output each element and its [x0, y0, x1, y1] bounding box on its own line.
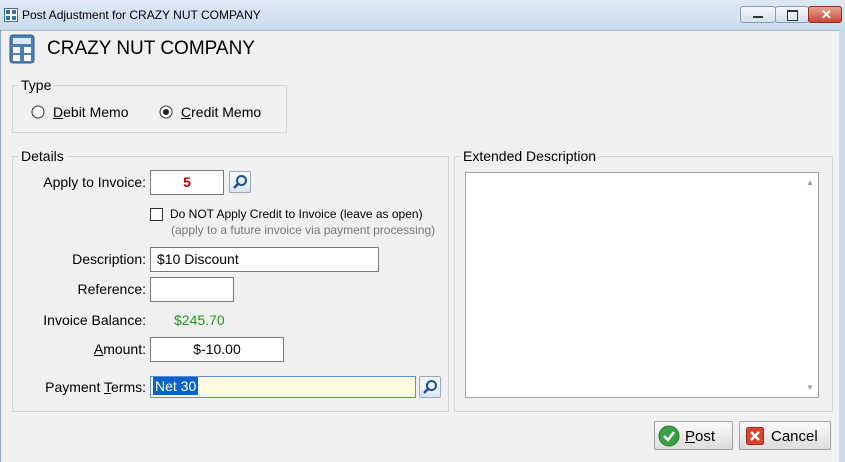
- payment-terms-input[interactable]: Net 30: [150, 376, 416, 398]
- minimize-icon: [753, 16, 763, 18]
- minimize-button[interactable]: [740, 6, 776, 23]
- credit-memo-radio[interactable]: Credit Memo: [159, 104, 271, 122]
- reference-input[interactable]: [150, 277, 234, 302]
- do-not-apply-checkbox[interactable]: Do NOT Apply Credit to Invoice (leave as…: [150, 207, 440, 223]
- radio-unchecked-icon: [31, 105, 45, 119]
- payment-terms-search-button[interactable]: [419, 376, 441, 398]
- window-title: Post Adjustment for CRAZY NUT COMPANY: [22, 8, 261, 22]
- invoice-search-button[interactable]: [229, 171, 251, 193]
- cancel-button[interactable]: Cancel: [739, 421, 831, 450]
- debit-memo-label: Debit Memo: [53, 104, 129, 120]
- invoice-balance-label: Invoice Balance:: [43, 312, 146, 328]
- post-button-label: Post: [685, 428, 716, 445]
- checkbox-unchecked-icon: [150, 208, 163, 221]
- credit-memo-label: Credit Memo: [181, 104, 262, 120]
- window-border-left: [0, 30, 1, 462]
- apply-to-invoice-label: Apply to Invoice:: [43, 174, 146, 190]
- cancel-button-label: Cancel: [771, 428, 818, 445]
- debit-memo-radio[interactable]: Debit Memo: [31, 104, 141, 122]
- extended-description-textarea[interactable]: ▲ ▼: [465, 172, 819, 398]
- post-button[interactable]: Post: [654, 421, 733, 450]
- payment-terms-label: Payment Terms:: [45, 379, 146, 395]
- extended-description-legend: Extended Description: [460, 148, 600, 164]
- title-bar: Post Adjustment for CRAZY NUT COMPANY ✕: [0, 0, 845, 31]
- app-icon: [4, 8, 18, 22]
- calculator-icon: [9, 34, 35, 64]
- radio-checked-icon: [159, 105, 173, 119]
- do-not-apply-hint: (apply to a future invoice via payment p…: [171, 223, 436, 237]
- scroll-up-icon[interactable]: ▲: [806, 178, 814, 187]
- window-border-right: [839, 30, 845, 462]
- scroll-down-icon[interactable]: ▼: [806, 383, 814, 392]
- magnifier-icon: [423, 380, 437, 394]
- close-button[interactable]: ✕: [808, 6, 842, 23]
- textarea-scrollbar[interactable]: ▲ ▼: [802, 173, 818, 397]
- apply-to-invoice-input[interactable]: 5: [150, 170, 224, 195]
- payment-terms-selected-text: Net 30: [153, 377, 199, 395]
- amount-input[interactable]: $-10.00: [150, 337, 284, 362]
- invoice-balance-value: $245.70: [174, 312, 225, 328]
- reference-label: Reference:: [77, 281, 146, 297]
- description-input[interactable]: $10 Discount: [150, 247, 379, 272]
- details-legend: Details: [18, 148, 67, 164]
- magnifier-icon: [233, 175, 247, 189]
- do-not-apply-label: Do NOT Apply Credit to Invoice (leave as…: [170, 207, 423, 221]
- amount-label: Amount:: [93, 341, 146, 357]
- type-legend: Type: [18, 77, 55, 93]
- close-icon: ✕: [821, 7, 832, 22]
- checkmark-icon: [658, 425, 680, 447]
- description-label: Description:: [72, 251, 146, 267]
- maximize-button[interactable]: [775, 6, 809, 23]
- maximize-icon: [787, 10, 798, 21]
- company-name-heading: CRAZY NUT COMPANY: [47, 38, 255, 59]
- cancel-icon: [746, 427, 764, 445]
